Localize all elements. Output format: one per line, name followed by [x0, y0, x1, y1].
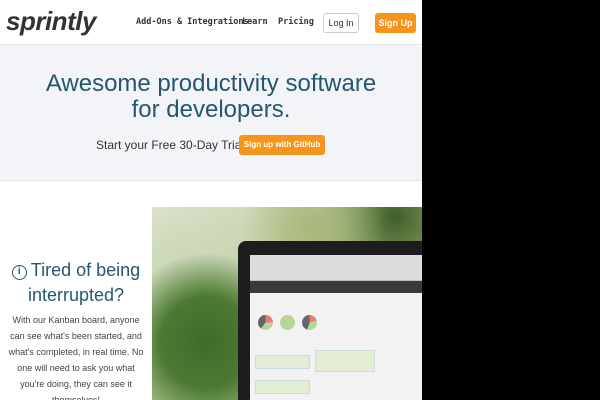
browser-bar: [250, 255, 422, 281]
app-header: [250, 281, 422, 293]
top-nav: sprintly Add-Ons & Integrations Learn Pr…: [0, 0, 422, 45]
laptop-photo: [152, 207, 422, 400]
kanban-card: [255, 380, 310, 394]
feature-title: i Tired of being interrupted?: [0, 258, 152, 308]
feature-section: i Tired of being interrupted? With our Ka…: [0, 258, 152, 400]
github-signup-button[interactable]: Sign up with GitHub: [239, 135, 325, 155]
pie-chart-icon: [258, 315, 273, 330]
hero: Awesome productivity software for develo…: [0, 45, 422, 181]
trial-text: Start your Free 30-Day Trial:: [96, 138, 248, 152]
feature-body: With our Kanban board, anyone can see wh…: [8, 315, 144, 400]
pie-chart-icon: [280, 315, 295, 330]
kanban-card: [315, 350, 375, 372]
login-button[interactable]: Log In: [323, 13, 359, 33]
hero-headline: Awesome productivity software for develo…: [45, 70, 377, 123]
nav-addons[interactable]: Add-Ons & Integrations: [136, 17, 249, 27]
info-icon: i: [11, 265, 27, 280]
kanban-card: [255, 355, 310, 369]
pie-chart-icon: [302, 315, 317, 330]
logo[interactable]: sprintly: [6, 6, 96, 37]
nav-learn[interactable]: Learn: [242, 17, 268, 27]
laptop-image: [238, 241, 422, 400]
page: sprintly Add-Ons & Integrations Learn Pr…: [0, 0, 422, 400]
feature-title-text: Tired of being interrupted?: [27, 260, 141, 305]
signup-button[interactable]: Sign Up: [375, 13, 416, 33]
nav-pricing[interactable]: Pricing: [278, 17, 314, 27]
screenshot-screen: [250, 255, 422, 400]
trial-row: Start your Free 30-Day Trial: Sign up wi…: [0, 135, 422, 155]
